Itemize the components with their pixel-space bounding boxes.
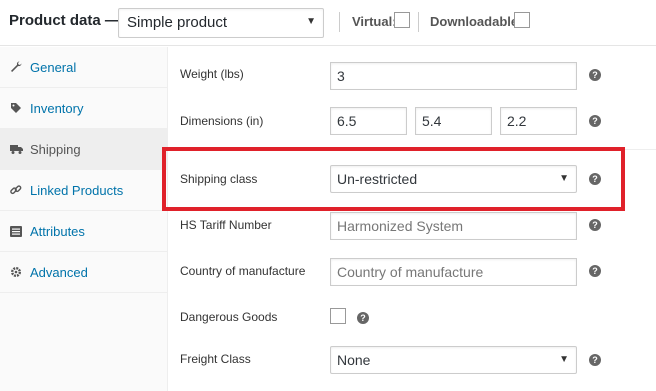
country-input[interactable]: Country of manufacture xyxy=(330,258,577,286)
tab-inventory[interactable]: Inventory xyxy=(0,88,167,129)
wrench-icon xyxy=(9,60,23,74)
tab-inventory-label: Inventory xyxy=(30,100,84,116)
tab-attributes-label: Attributes xyxy=(30,223,85,239)
truck-icon xyxy=(9,142,23,156)
chevron-down-icon: ▼ xyxy=(306,16,316,27)
weight-input[interactable]: 3 xyxy=(330,62,577,90)
freight-class-label: Freight Class xyxy=(180,352,251,366)
virtual-label: Virtual: xyxy=(352,14,397,29)
list-icon xyxy=(9,224,23,238)
link-icon xyxy=(9,183,23,197)
tab-attributes[interactable]: Attributes xyxy=(0,211,167,252)
product-type-select[interactable]: Simple product ▼ xyxy=(118,8,324,38)
tab-general[interactable]: General xyxy=(0,47,167,88)
dangerous-goods-checkbox[interactable] xyxy=(330,308,346,324)
tab-linked-products-label: Linked Products xyxy=(30,182,124,198)
downloadable-label: Downloadable: xyxy=(430,14,523,29)
downloadable-checkbox[interactable] xyxy=(514,12,530,28)
chevron-down-icon: ▼ xyxy=(559,354,569,365)
tab-shipping[interactable]: Shipping xyxy=(0,129,167,170)
weight-label: Weight (lbs) xyxy=(180,67,244,81)
gear-icon xyxy=(9,265,23,279)
help-icon[interactable]: ? xyxy=(589,354,601,366)
height-input[interactable]: 2.2 xyxy=(500,107,577,135)
length-input[interactable]: 6.5 xyxy=(330,107,407,135)
freight-class-select[interactable]: None ▼ xyxy=(330,346,577,374)
hs-tariff-input[interactable]: Harmonized System xyxy=(330,212,577,240)
tag-icon xyxy=(9,101,23,115)
product-data-header: Product data — Simple product ▼ Virtual:… xyxy=(0,0,656,46)
tab-advanced-label: Advanced xyxy=(30,264,88,280)
help-icon[interactable]: ? xyxy=(357,312,369,324)
dangerous-goods-label: Dangerous Goods xyxy=(180,310,278,324)
virtual-checkbox[interactable] xyxy=(394,12,410,28)
help-icon[interactable]: ? xyxy=(589,69,601,81)
help-icon[interactable]: ? xyxy=(589,265,601,277)
freight-class-value: None xyxy=(337,352,371,368)
product-data-title: Product data — xyxy=(9,12,120,29)
highlight-box xyxy=(162,147,625,211)
hs-tariff-label: HS Tariff Number xyxy=(180,218,272,232)
tab-linked-products[interactable]: Linked Products xyxy=(0,170,167,211)
tab-general-label: General xyxy=(30,59,77,75)
help-icon[interactable]: ? xyxy=(589,219,601,231)
dimensions-label: Dimensions (in) xyxy=(180,114,264,128)
header-divider xyxy=(418,12,419,32)
product-type-value: Simple product xyxy=(127,14,228,31)
product-data-tabs: General Inventory Shipping Linked Produc… xyxy=(0,47,168,391)
tab-shipping-label: Shipping xyxy=(30,141,81,157)
help-icon[interactable]: ? xyxy=(589,115,601,127)
tab-advanced[interactable]: Advanced xyxy=(0,252,167,293)
header-divider xyxy=(339,12,340,32)
country-label: Country of manufacture xyxy=(180,264,306,278)
width-input[interactable]: 5.4 xyxy=(415,107,492,135)
